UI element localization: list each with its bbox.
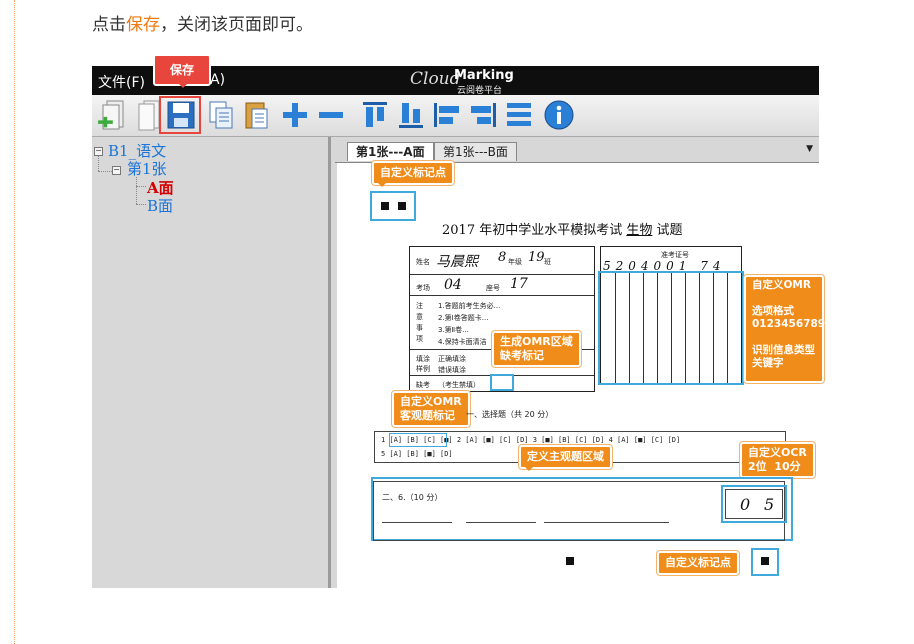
student-info-box: 姓名 马晨熙 8 年级 19 班 考场 04 座号 17 注意事项 1.答题前考… [409, 246, 595, 392]
absence-omr-frame[interactable] [490, 374, 514, 391]
callout-subjective: 定义主观题区域 [519, 445, 612, 471]
paste-icon[interactable] [240, 98, 274, 132]
save-highlight-frame [159, 96, 201, 134]
tree-connector [98, 171, 112, 172]
import-icon[interactable] [96, 98, 130, 132]
tab-side-b[interactable]: 第1张---B面 [434, 142, 517, 161]
copy-icon[interactable] [204, 98, 238, 132]
answer-sheet-canvas: 自定义标记点 2017 年初中学业水平模拟考试 生物 试题 姓名 马晨熙 8 年… [337, 161, 825, 588]
tree-connector [136, 204, 146, 205]
tabs-dropdown-icon[interactable]: ▼ [806, 144, 813, 154]
tree-sheet-1[interactable]: 第1张 [127, 158, 167, 179]
align-bottom-icon[interactable] [394, 98, 428, 132]
student-name: 马晨熙 [436, 254, 478, 270]
app-screenshot: 文件(F) A) Cloud Marking 云阅卷平台 保存 − B1_语文 … [92, 54, 825, 588]
callout-omr-missing: 生成OMR区域 缺考标记 [492, 331, 581, 367]
mark-frame-top[interactable] [370, 191, 416, 221]
cloudmarking-logo: Cloud Marking 云阅卷平台 [410, 68, 514, 96]
align-top-icon[interactable] [358, 98, 392, 132]
tree-connector [136, 177, 137, 204]
tab-side-a[interactable]: 第1张---A面 [347, 142, 434, 161]
distribute-icon[interactable] [502, 98, 536, 132]
callout-omr-objective: 自定义OMR 客观题标记 [392, 391, 470, 427]
page-dotted-border [14, 0, 15, 644]
menu-file[interactable]: 文件(F) [98, 72, 145, 92]
collapse-icon[interactable]: − [94, 147, 103, 156]
tree-connector [136, 186, 146, 187]
ocr-frame[interactable] [721, 485, 787, 523]
callout-mark-bottom: 自定义标记点 [657, 551, 739, 575]
save-callout: 保存 [153, 54, 211, 88]
menu-partial[interactable]: A) [210, 72, 225, 88]
objective-omr-frame[interactable] [389, 433, 447, 447]
exam-title: 2017 年初中学业水平模拟考试 生物 试题 [442, 223, 683, 238]
anchor-mark [566, 557, 574, 565]
save-keyword: 保存 [126, 15, 160, 35]
anchor-mark [398, 202, 406, 210]
collapse-icon[interactable]: − [112, 166, 121, 175]
tree-connector [98, 156, 99, 171]
align-left-icon[interactable] [430, 98, 464, 132]
info-icon[interactable] [542, 98, 576, 132]
anchor-mark [381, 202, 389, 210]
callout-mark-top: 自定义标记点 [372, 161, 454, 187]
answer-row: 5 [A] [B] [■] [D] [381, 450, 453, 458]
side-tabs: 第1张---A面 第1张---B面 ▼ [335, 138, 819, 163]
sheet-tree: − B1_语文 − 第1张 A面 B面 [92, 137, 331, 588]
align-right-icon[interactable] [466, 98, 500, 132]
main-toolbar [92, 95, 819, 137]
tree-side-b[interactable]: B面 [147, 195, 173, 216]
admission-omr-frame[interactable] [598, 271, 744, 385]
instruction-text: 点击保存，关闭该页面即可。 [92, 15, 313, 35]
anchor-mark [761, 557, 769, 565]
callout-omr-custom: 自定义OMR 选项格式 0123456789 识别信息类型 关键字 [744, 275, 825, 383]
callout-ocr: 自定义OCR 2位 10分 [740, 442, 815, 478]
remove-icon[interactable] [314, 98, 348, 132]
add-icon[interactable] [278, 98, 312, 132]
section-one-title: 一、选择题（共 20 分） [466, 410, 554, 419]
